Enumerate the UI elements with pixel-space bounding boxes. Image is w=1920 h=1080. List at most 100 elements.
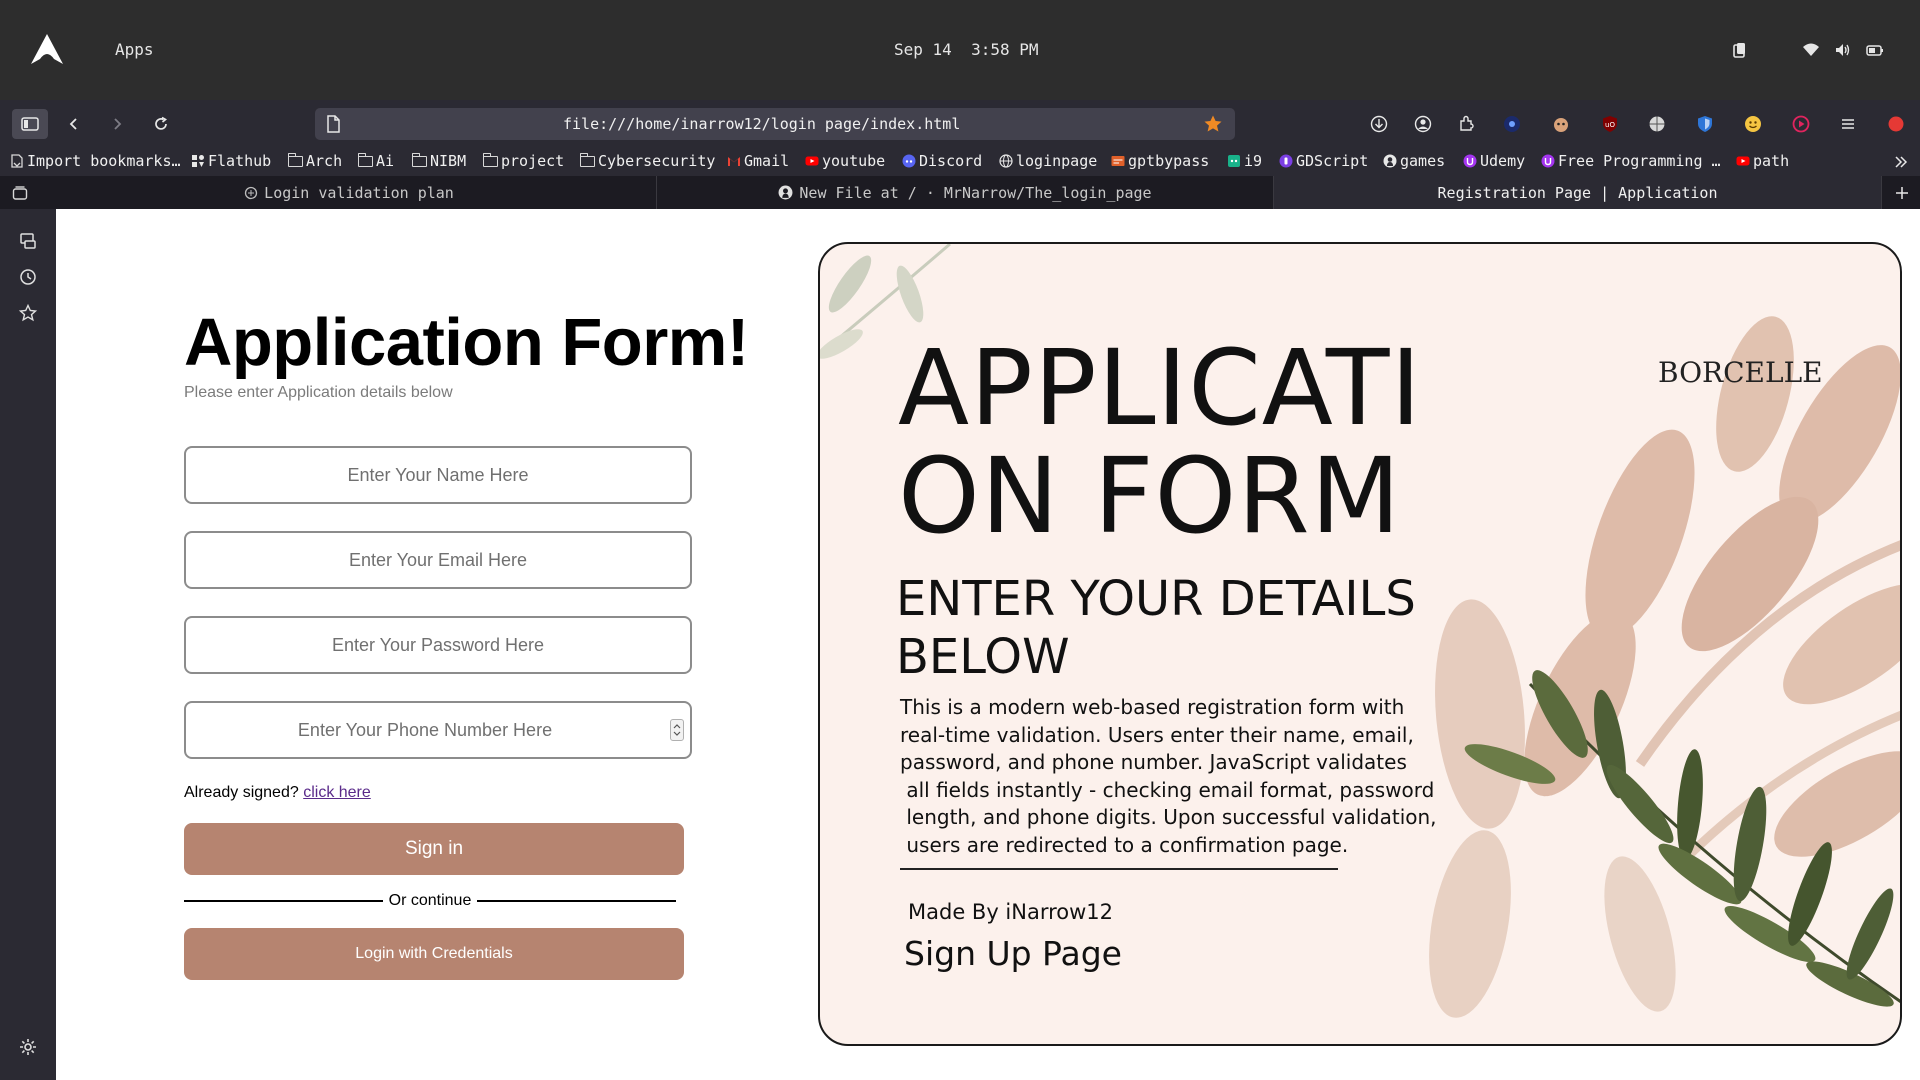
- arch-linux-logo-icon[interactable]: [30, 33, 64, 65]
- bookmark-star-icon[interactable]: [1203, 114, 1223, 134]
- url-text[interactable]: file:///home/inarrow12/login page/index.…: [563, 115, 960, 133]
- number-spinner[interactable]: [670, 719, 684, 741]
- apps-menu[interactable]: Apps: [115, 40, 154, 59]
- arrow-right-icon: [114, 118, 122, 130]
- bookmark-gmail[interactable]: Gmail: [727, 152, 789, 170]
- or-continue-divider: Or continue: [184, 892, 676, 910]
- close-window-icon[interactable]: [1887, 115, 1905, 133]
- description-line: all fields instantly - checking email fo…: [900, 777, 1435, 802]
- volume-icon[interactable]: [1834, 41, 1852, 59]
- downloads-icon[interactable]: [1370, 115, 1388, 133]
- bookmark-loginpage[interactable]: loginpage: [999, 152, 1097, 170]
- password-input[interactable]: [184, 616, 692, 674]
- poster-title-line-2: ON FORM: [898, 435, 1402, 557]
- bookmark-label: games: [1400, 152, 1446, 170]
- new-tab-plus-icon[interactable]: [1894, 185, 1910, 201]
- svg-text:uO: uO: [1605, 121, 1615, 129]
- phone-number-input[interactable]: [184, 701, 692, 759]
- description-line: password, and phone number. JavaScript v…: [900, 750, 1407, 774]
- cat-extension-icon[interactable]: [1552, 115, 1570, 133]
- vpn-extension-icon[interactable]: [1503, 115, 1521, 133]
- login-with-credentials-button[interactable]: Login with Credentials: [184, 928, 684, 980]
- account-icon[interactable]: [1414, 115, 1432, 133]
- poster-subtitle-line-1: ENTER YOUR DETAILS: [896, 571, 1416, 627]
- folder-icon: [579, 152, 595, 167]
- bookmarks-bar: Import bookmarks… Flathub Arch Ai NIBM p…: [0, 148, 1920, 176]
- bookmark-gdscript[interactable]: GDScript: [1279, 152, 1368, 170]
- bitwarden-icon[interactable]: [1696, 115, 1714, 133]
- bookmark-games[interactable]: games: [1383, 152, 1445, 170]
- url-bar[interactable]: file:///home/inarrow12/login page/index.…: [315, 108, 1235, 140]
- battery-icon[interactable]: [1866, 41, 1884, 59]
- bookmark-label: Gmail: [744, 152, 790, 170]
- reload-button[interactable]: [146, 109, 176, 139]
- description-line: users are redirected to a confirmation p…: [900, 832, 1349, 857]
- sidebar-icon: [21, 117, 39, 131]
- bookmarks-star-icon[interactable]: [18, 303, 38, 323]
- menu-icon[interactable]: [1839, 115, 1857, 133]
- already-signed-label: Already signed?: [184, 784, 299, 801]
- brand-name: BORCELLE: [1658, 356, 1823, 389]
- bookmark-folder-project[interactable]: project: [482, 152, 564, 170]
- github-icon: [778, 185, 793, 200]
- bookmark-label: GDScript: [1296, 152, 1369, 170]
- bookmark-i9[interactable]: i9: [1227, 152, 1262, 170]
- bookmark-flathub[interactable]: Flathub: [191, 152, 271, 170]
- bookmark-label: Discord: [919, 152, 983, 170]
- globe-extension-icon[interactable]: [1648, 115, 1666, 133]
- sign-in-button[interactable]: Sign in: [184, 823, 684, 875]
- bookmark-folder-ai[interactable]: Ai: [357, 152, 394, 170]
- bookmark-label: NIBM: [430, 152, 467, 170]
- sidebar-toggle-button[interactable]: [12, 109, 48, 139]
- bookmark-youtube[interactable]: youtube: [805, 152, 885, 170]
- emoji-extension-icon[interactable]: [1744, 115, 1762, 133]
- spinner-arrows-icon: [673, 724, 681, 736]
- wifi-icon[interactable]: [1802, 41, 1820, 59]
- poster-subtitle-line-2: BELOW: [896, 629, 1070, 685]
- history-clock-icon[interactable]: [18, 267, 38, 287]
- browser-toolbar: file:///home/inarrow12/login page/index.…: [0, 100, 1920, 148]
- email-input[interactable]: [184, 531, 692, 589]
- bookmark-label: gptbypass: [1128, 152, 1210, 170]
- tab-github-new-file[interactable]: New File at / · MrNarrow/The_login_page: [657, 176, 1274, 209]
- synced-tabs-icon[interactable]: [18, 231, 38, 251]
- tab-overview-icon[interactable]: [12, 185, 28, 201]
- tab-login-validation-plan[interactable]: Login validation plan: [42, 176, 657, 209]
- clock[interactable]: Sep 14 3:58 PM: [894, 40, 1039, 59]
- bookmark-label: Arch: [306, 152, 343, 170]
- back-button[interactable]: [59, 109, 89, 139]
- form-title: Application Form!: [184, 305, 749, 380]
- click-here-link[interactable]: click here: [303, 784, 371, 801]
- forward-button[interactable]: [102, 109, 132, 139]
- bookmark-udemy[interactable]: Udemy: [1463, 152, 1525, 170]
- bookmark-folder-cybersecurity[interactable]: Cybersecurity: [579, 152, 716, 170]
- udemy-icon: [1541, 154, 1555, 168]
- bookmark-discord[interactable]: Discord: [902, 152, 982, 170]
- bookmark-import[interactable]: Import bookmarks…: [10, 152, 181, 170]
- chevron-double-right-icon[interactable]: [1894, 155, 1908, 169]
- bookmark-gptbypass[interactable]: gptbypass: [1111, 152, 1209, 170]
- tab-registration-page[interactable]: Registration Page | Application: [1274, 176, 1882, 209]
- bookmark-label: Cybersecurity: [598, 152, 716, 170]
- bookmark-free-programming[interactable]: Free Programming …: [1541, 152, 1721, 170]
- bookmark-folder-arch[interactable]: Arch: [287, 152, 343, 170]
- form-subtitle: Please enter Application details below: [184, 384, 453, 401]
- flathub-icon: [192, 155, 204, 167]
- bookmark-label: path: [1753, 152, 1790, 170]
- clipboard-icon[interactable]: [1731, 41, 1749, 59]
- ublock-origin-icon[interactable]: uO: [1601, 115, 1619, 133]
- youtube-icon: [1736, 156, 1750, 166]
- extensions-icon[interactable]: [1458, 115, 1476, 133]
- description-line: real-time validation. Users enter their …: [900, 722, 1414, 747]
- bookmark-folder-nibm[interactable]: NIBM: [411, 152, 467, 170]
- media-extension-icon[interactable]: [1792, 115, 1810, 133]
- bookmark-path[interactable]: path: [1736, 152, 1789, 170]
- settings-gear-icon[interactable]: [18, 1037, 38, 1057]
- folder-icon: [411, 152, 427, 167]
- github-icon: [1383, 154, 1397, 168]
- name-input[interactable]: [184, 446, 692, 504]
- reload-icon: [155, 116, 167, 130]
- tab-strip: Login validation plan New File at / · Mr…: [0, 176, 1920, 209]
- divider-line-right: [477, 900, 676, 902]
- gdscript-icon: [1279, 154, 1293, 168]
